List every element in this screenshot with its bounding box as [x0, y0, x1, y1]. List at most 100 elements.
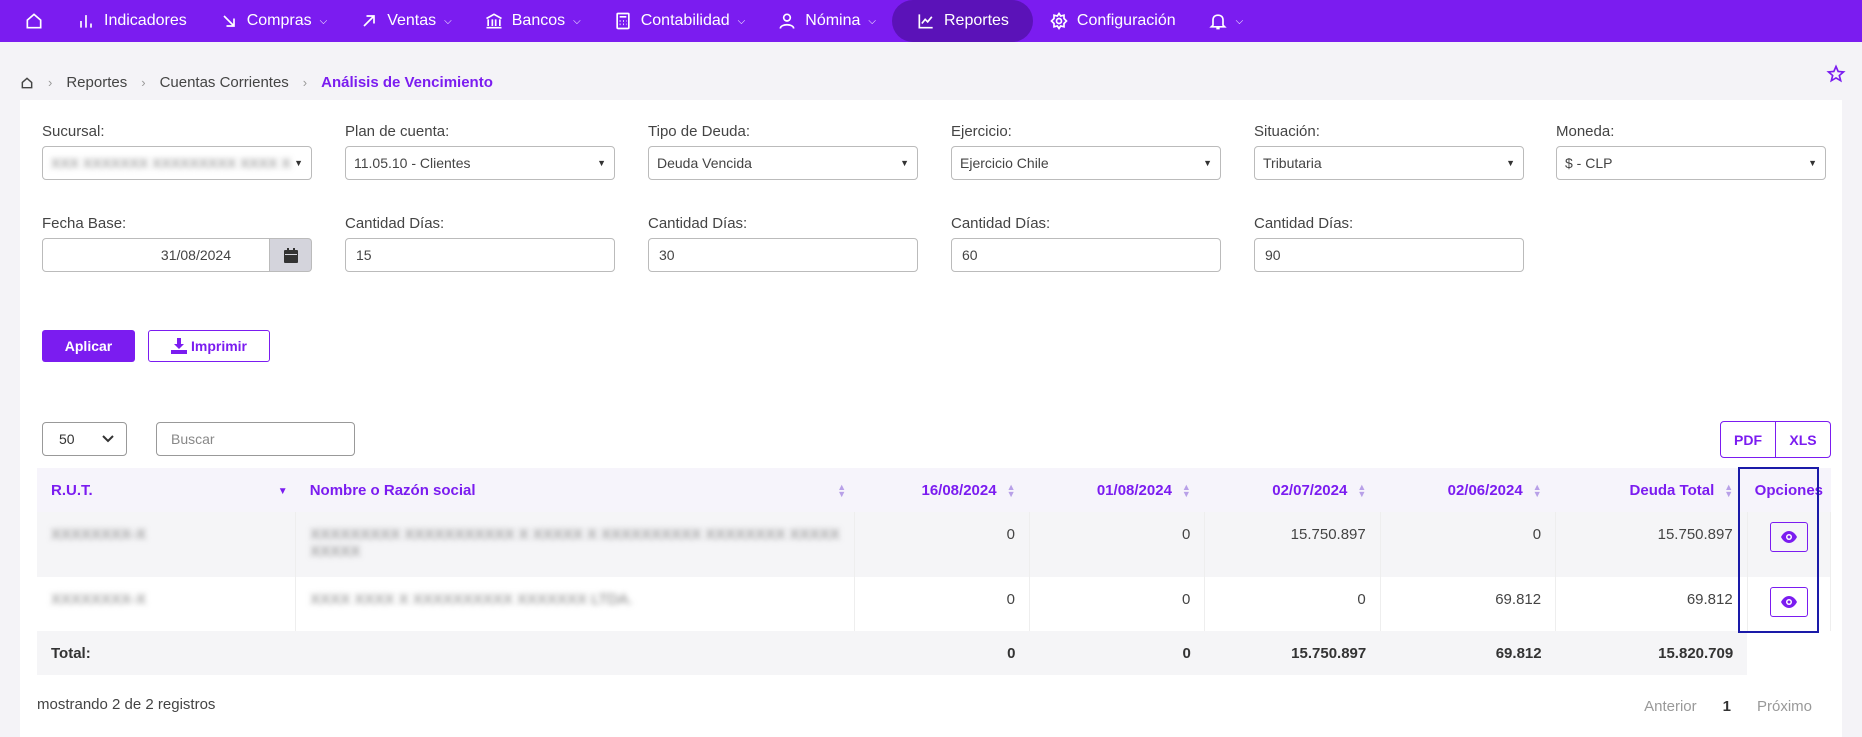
cantidad-dias-3-input[interactable]: 60 — [951, 238, 1221, 272]
total-value: 0 — [1029, 631, 1205, 675]
caret-down-icon: ▼ — [1506, 158, 1515, 168]
top-nav: Indicadores Compras ⌵ Ventas ⌵ Bancos ⌵ … — [0, 0, 1862, 42]
caret-down-icon: ▼ — [900, 158, 909, 168]
cell-total: 69.812 — [1555, 577, 1748, 631]
sucursal-field: Sucursal: XXX XXXXXXX XXXXXXXXX XXXX X ▼ — [42, 123, 312, 180]
caret-down-icon: ▼ — [1203, 158, 1212, 168]
column-header-date-1[interactable]: 16/08/2024 ▲ ▼ — [854, 468, 1030, 512]
fecha-base-input[interactable]: 31/08/2024 — [42, 238, 270, 272]
chevron-down-icon: ⌵ — [1235, 15, 1244, 27]
tipo-deuda-value: Deuda Vencida — [657, 155, 752, 171]
moneda-label: Moneda: — [1556, 123, 1615, 140]
sort-icon: ▲ ▼ — [1724, 481, 1734, 499]
breadcrumb-reportes[interactable]: Reportes — [66, 74, 127, 91]
pagination-page[interactable]: 1 — [1723, 698, 1731, 715]
column-header-date-2[interactable]: 01/08/2024 ▲ ▼ — [1029, 468, 1205, 512]
pagination-next[interactable]: Próximo — [1757, 698, 1812, 715]
eye-icon — [1780, 596, 1797, 608]
view-button[interactable] — [1769, 522, 1808, 552]
sort-icon: ▲ ▼ — [1181, 481, 1191, 499]
nav-ventas[interactable]: Ventas ⌵ — [343, 0, 468, 42]
tipo-deuda-field: Tipo de Deuda: Deuda Vencida ▼ — [648, 123, 918, 180]
cantidad-dias-1-input[interactable]: 15 — [345, 238, 615, 272]
cell-nombre: XXXXXXXXX XXXXXXXXXXX X XXXXX X XXXXXXXX… — [295, 512, 855, 577]
bank-icon — [485, 13, 502, 29]
chevron-right-icon: › — [302, 75, 308, 90]
user-icon — [779, 13, 795, 29]
cell-value: 0 — [854, 512, 1030, 577]
cantidad-dias-4-input[interactable]: 90 — [1254, 238, 1524, 272]
pdf-button[interactable]: PDF — [1720, 421, 1776, 458]
home-icon[interactable] — [20, 76, 34, 90]
cantidad-dias-2-field: Cantidad Días: 30 — [648, 215, 918, 272]
nav-configuracion[interactable]: Configuración — [1033, 0, 1192, 42]
caret-down-icon: ▼ — [1808, 158, 1817, 168]
nav-nomina[interactable]: Nómina ⌵ — [761, 0, 892, 42]
view-button[interactable] — [1769, 587, 1808, 617]
sucursal-select[interactable]: XXX XXXXXXX XXXXXXXXX XXXX X ▼ — [42, 146, 312, 180]
column-header-nombre[interactable]: Nombre o Razón social ▲ ▼ — [295, 468, 855, 512]
xls-button[interactable]: XLS — [1776, 421, 1831, 458]
nav-contabilidad[interactable]: Contabilidad ⌵ — [597, 0, 762, 42]
gear-icon — [1050, 11, 1068, 31]
sort-icon: ▲ ▼ — [1532, 481, 1542, 499]
ejercicio-select[interactable]: Ejercicio Chile ▼ — [951, 146, 1221, 180]
cantidad-dias-1-label: Cantidad Días: — [345, 215, 445, 232]
cell-value: 0 — [1029, 512, 1206, 577]
nav-notifications[interactable]: ⌵ — [1192, 0, 1260, 42]
chevron-down-icon: ⌵ — [868, 15, 876, 27]
cell-nombre: XXXX XXXX X XXXXXXXXXX XXXXXXX LTDA. — [295, 577, 855, 631]
print-button[interactable]: Imprimir — [148, 330, 270, 362]
nav-bancos[interactable]: Bancos ⌵ — [468, 0, 597, 42]
plan-select[interactable]: 11.05.10 - Clientes ▼ — [345, 146, 615, 180]
cell-total: 15.750.897 — [1555, 512, 1748, 577]
chevron-down-icon: ⌵ — [444, 15, 452, 27]
cell-value: 69.812 — [1380, 577, 1557, 631]
cantidad-dias-2-input[interactable]: 30 — [648, 238, 918, 272]
nav-label: Configuración — [1076, 12, 1176, 29]
cantidad-dias-3-field: Cantidad Días: 60 — [951, 215, 1221, 272]
nav-reportes[interactable]: Reportes — [892, 0, 1033, 42]
search-input[interactable]: Buscar — [156, 422, 355, 456]
page-size-select[interactable]: 50 — [42, 422, 127, 456]
cantidad-dias-4-field: Cantidad Días: 90 — [1254, 215, 1524, 272]
nav-label: Nómina — [805, 12, 861, 29]
calendar-button[interactable] — [270, 238, 312, 272]
cell-value: 15.750.897 — [1204, 512, 1381, 577]
plan-field: Plan de cuenta: 11.05.10 - Clientes ▼ — [345, 123, 615, 180]
nav-indicadores[interactable]: Indicadores — [60, 0, 203, 42]
column-header-rut[interactable]: R.U.T. ▼ — [37, 468, 296, 512]
caret-down-icon: ▼ — [294, 158, 303, 168]
page-size-value: 50 — [59, 431, 75, 447]
situacion-label: Situación: — [1254, 123, 1320, 140]
situacion-select[interactable]: Tributaria ▼ — [1254, 146, 1524, 180]
line-chart-icon — [918, 14, 933, 29]
arrow-down-right-icon — [223, 15, 235, 27]
nav-compras[interactable]: Compras ⌵ — [203, 0, 344, 42]
nav-label: Bancos — [511, 12, 566, 29]
table-header-row: R.U.T. ▼ Nombre o Razón social ▲ ▼ 16/08/20… — [37, 468, 1831, 512]
breadcrumb-current: Análisis de Vencimiento — [321, 74, 493, 91]
nav-home[interactable] — [8, 0, 60, 42]
download-icon — [170, 338, 187, 354]
sort-icon: ▲ ▼ — [1357, 481, 1367, 499]
export-group: PDF XLS — [1720, 421, 1831, 458]
chevron-down-icon — [102, 435, 114, 443]
pagination: Anterior 1 Próximo — [1644, 698, 1812, 715]
star-icon[interactable] — [1826, 64, 1846, 84]
apply-button[interactable]: Aplicar — [42, 330, 135, 362]
nav-label: Indicadores — [104, 12, 187, 29]
column-header-deuda-total[interactable]: Deuda Total ▲ ▼ — [1555, 468, 1748, 512]
cell-value: 0 — [854, 577, 1030, 631]
plan-label: Plan de cuenta: — [345, 123, 450, 140]
moneda-select[interactable]: $ - CLP ▼ — [1556, 146, 1826, 180]
column-header-date-3[interactable]: 02/07/2024 ▲ ▼ — [1204, 468, 1381, 512]
breadcrumb-cuentas-corrientes[interactable]: Cuentas Corrientes — [160, 74, 289, 91]
tipo-deuda-select[interactable]: Deuda Vencida ▼ — [648, 146, 918, 180]
print-label: Imprimir — [190, 338, 247, 354]
column-header-date-4[interactable]: 02/06/2024 ▲ ▼ — [1380, 468, 1556, 512]
ejercicio-field: Ejercicio: Ejercicio Chile ▼ — [951, 123, 1221, 180]
calendar-icon — [283, 247, 298, 263]
chevron-down-icon: ⌵ — [319, 15, 328, 27]
pagination-prev[interactable]: Anterior — [1644, 698, 1697, 715]
